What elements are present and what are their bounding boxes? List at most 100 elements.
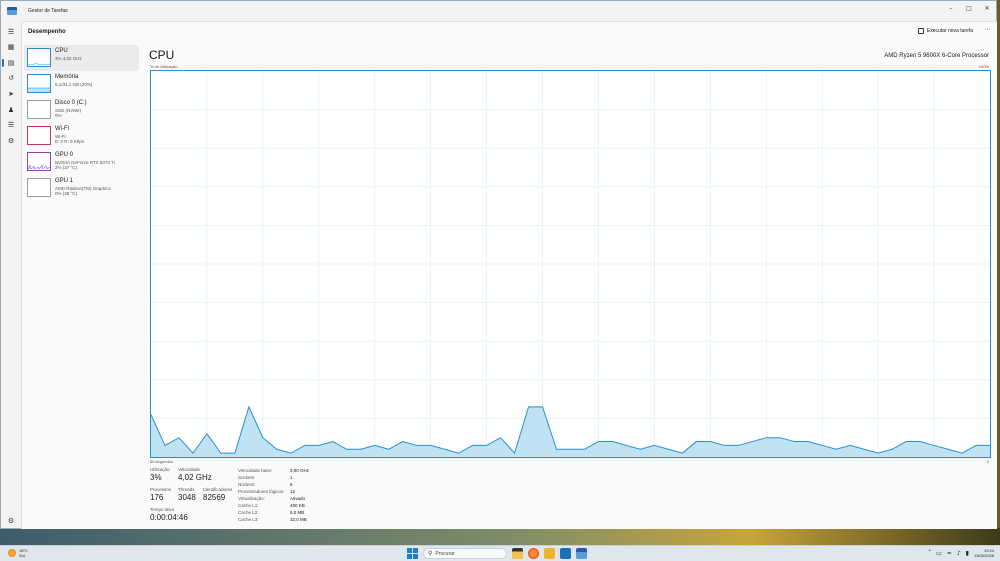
content-pane: Desempenho Executar nova tarefa ··· CPU … [21, 21, 997, 529]
weather-widget[interactable]: 18°C Sol [8, 548, 28, 558]
cpu-specs: Velocidade base: 3,90 GHz Sockets: 1 Núcle… [238, 467, 309, 523]
spec-key: Sockets: [238, 475, 256, 480]
x-axis-min-label: 0 [986, 459, 989, 464]
file-explorer-icon[interactable] [512, 548, 523, 559]
stat-uptime: Tempo ativo 0:00:04:46 [150, 507, 188, 522]
weather-desc: Sol [19, 553, 25, 558]
stat-label: Tempo ativo [150, 507, 175, 512]
spec-value: 32,0 MB [290, 517, 307, 522]
spec-key: Cache L3: [238, 517, 259, 522]
users-icon[interactable]: ♟ [6, 105, 16, 115]
spec-row: Cache L1: 480 KB [238, 502, 309, 509]
performance-icon[interactable]: ▤ [6, 58, 16, 68]
processes-icon[interactable]: ▦ [6, 42, 16, 52]
perf-item-detail: 6,1/31,1 GB (20%) [55, 82, 93, 87]
chevron-up-icon[interactable]: ˆ [928, 550, 931, 557]
y-axis-max-label: 100% [978, 64, 989, 69]
spec-value: 480 KB [290, 503, 305, 508]
perf-item-name: Wi-Fi [55, 126, 69, 132]
stat-utilization: Utilização 3% [150, 467, 170, 482]
folder-icon[interactable] [544, 548, 555, 559]
wifi-thumbnail [27, 126, 51, 145]
chart-title: CPU [149, 48, 175, 62]
details-icon[interactable]: ☰ [6, 120, 16, 130]
taskbar-apps: ⚲ Procurar [407, 548, 587, 559]
perf-item-name: Memória [55, 74, 79, 80]
perf-item-detail: 3% 4,02 GHz [55, 56, 82, 61]
x-axis-label: 60 segundos [150, 459, 173, 464]
menu-icon[interactable]: ☰ [6, 27, 16, 37]
services-icon[interactable]: ⚙ [6, 136, 16, 146]
spec-key: Velocidade base: [238, 468, 273, 473]
perf-item-memory[interactable]: Memória 6,1/31,1 GB (20%) [24, 71, 139, 97]
perf-item-detail-2: E: 0 R: 0 Kbps [55, 139, 85, 144]
disk-thumbnail [27, 100, 51, 119]
task-manager-window: Gestor de Tarefas – □ ✕ ☰ ▦ ▤ ↺ ➤ ♟ ☰ ⚙ … [0, 0, 997, 529]
perf-item-name: GPU 0 [55, 152, 74, 158]
spec-key: Processadores lógicos: [238, 489, 285, 494]
stat-label: Processos [150, 487, 172, 492]
spec-key: Núcleos: [238, 482, 256, 487]
stat-value: 0:00:04:46 [150, 513, 188, 522]
display-icon[interactable]: ▭ [936, 550, 942, 557]
cpu-utilization-line [151, 405, 990, 455]
processor-model: AMD Ryzen 5 9600X 6-Core Processor [884, 53, 989, 59]
clock[interactable]: 19:24 13/05/2026 [974, 548, 994, 558]
task-manager-taskbar-icon[interactable] [576, 548, 587, 559]
spec-key: Cache L2: [238, 510, 259, 515]
search-icon: ⚲ [428, 550, 433, 557]
more-options-button[interactable]: ··· [984, 26, 991, 33]
spec-row: Sockets: 1 [238, 474, 309, 481]
battery-icon[interactable]: ▮ [966, 550, 969, 557]
gpu1-thumbnail [27, 178, 51, 197]
run-task-icon [917, 28, 924, 34]
title-bar[interactable]: Gestor de Tarefas – □ ✕ [1, 1, 996, 21]
clock-date: 13/05/2026 [973, 553, 994, 558]
stat-speed: Velocidade 4,02 GHz [178, 467, 212, 482]
stat-value: 176 [150, 493, 164, 502]
spec-key: Virtualização: [238, 496, 265, 501]
perf-item-detail-2: 0% [55, 113, 62, 118]
task-manager-icon [7, 7, 17, 15]
settings-icon[interactable]: ⚙ [6, 516, 16, 526]
run-new-task-button[interactable]: Executar nova tarefa [917, 28, 973, 34]
stat-value: 4,02 GHz [178, 473, 212, 482]
spec-row: Núcleos: 6 [238, 481, 309, 488]
history-icon[interactable]: ↺ [6, 73, 16, 83]
perf-item-name: Disco 0 (C:) [55, 100, 87, 106]
spec-row: Processadores lógicos: 12 [238, 488, 309, 495]
perf-item-wifi[interactable]: Wi-Fi Wi-Fi E: 0 R: 0 Kbps [24, 123, 139, 149]
spec-row: Velocidade base: 3,90 GHz [238, 467, 309, 474]
store-icon[interactable] [560, 548, 571, 559]
startup-icon[interactable]: ➤ [6, 89, 16, 99]
maximize-button[interactable]: □ [960, 1, 978, 15]
close-button[interactable]: ✕ [978, 1, 996, 15]
stat-label: Identificadores [203, 487, 233, 492]
minimize-button[interactable]: – [942, 1, 960, 15]
spec-value: Ativado [290, 496, 306, 501]
browser-app-icon[interactable] [528, 548, 539, 559]
start-button[interactable] [407, 548, 418, 559]
stat-value: 82569 [203, 493, 226, 502]
spec-value: 6 [290, 482, 293, 487]
stat-processes: Processos 176 [150, 487, 171, 502]
taskbar-search[interactable]: ⚲ Procurar [423, 548, 507, 559]
stat-label: Utilização [150, 467, 170, 472]
perf-item-gpu1[interactable]: GPU 1 AMD Radeon(TM) Graphics 0% (38 °C) [24, 175, 139, 201]
perf-item-disk[interactable]: Disco 0 (C:) SSD (NVMe) 0% [24, 97, 139, 123]
stat-handles: Identificadores 82569 [203, 487, 232, 502]
volume-icon[interactable]: ♪ [957, 550, 961, 557]
navigation-rail: ☰ ▦ ▤ ↺ ➤ ♟ ☰ ⚙ ⚙ [1, 21, 21, 529]
perf-item-name: GPU 1 [55, 178, 74, 184]
perf-item-detail-2: 0% (38 °C) [55, 191, 78, 196]
spec-value: 12 [290, 489, 296, 494]
search-placeholder: Procurar [435, 550, 455, 557]
wifi-icon[interactable]: ≈ [947, 550, 952, 557]
sun-icon [8, 549, 16, 557]
perf-item-name: CPU [55, 48, 68, 54]
perf-item-gpu0[interactable]: GPU 0 NVIDIA GeForce RTX 5070 Ti 2% (37 … [24, 149, 139, 175]
memory-thumbnail [27, 74, 51, 93]
cpu-utilization-graph [150, 70, 991, 458]
perf-item-cpu[interactable]: CPU 3% 4,02 GHz [24, 45, 139, 71]
stat-threads: Threads 3048 [178, 487, 196, 502]
